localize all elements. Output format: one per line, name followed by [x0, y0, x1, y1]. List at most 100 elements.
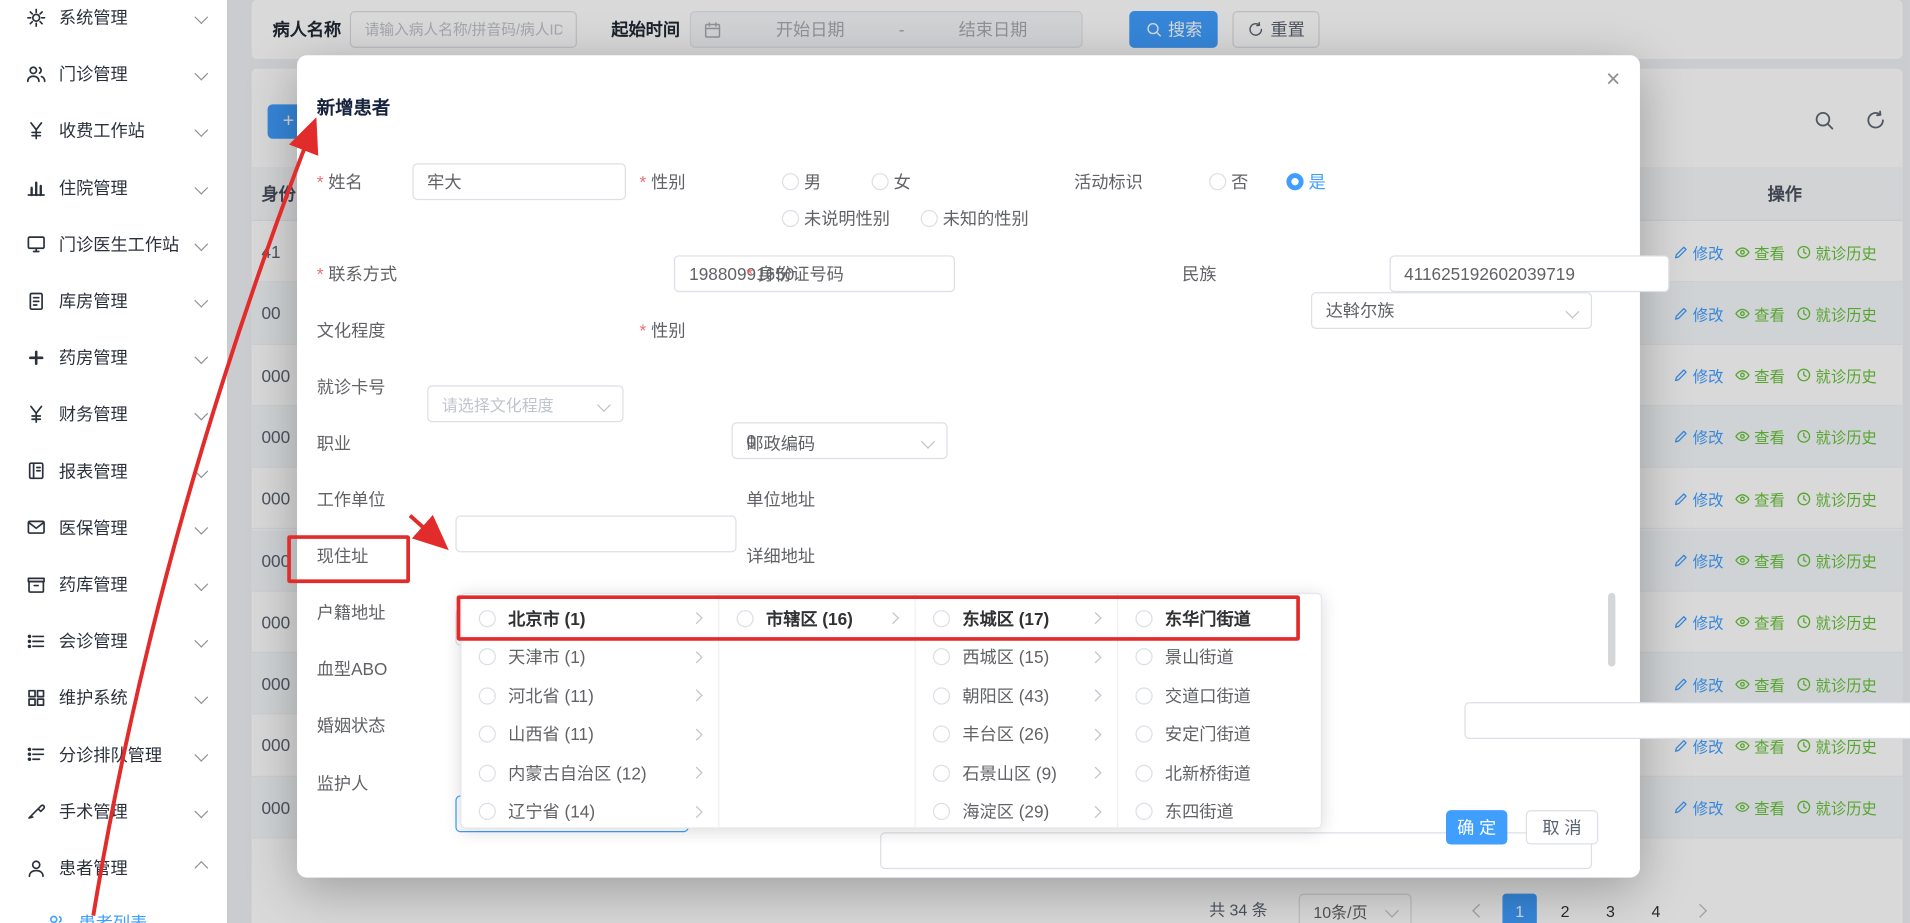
radio-icon[interactable] — [1135, 803, 1152, 820]
cascader-option[interactable]: 市辖区 (16) — [719, 599, 914, 638]
confirm-button[interactable]: 确 定 — [1446, 810, 1507, 844]
radio-icon[interactable] — [479, 764, 496, 781]
name-input[interactable] — [412, 163, 626, 200]
radio-icon[interactable] — [933, 726, 950, 743]
current-address-label: 现住址 — [317, 538, 369, 575]
sidebar-item[interactable]: 药库管理 — [0, 556, 227, 612]
radio-icon[interactable] — [1135, 687, 1152, 704]
radio-active-no[interactable] — [1209, 173, 1226, 190]
cascader-option[interactable]: 河北省 (11) — [462, 676, 719, 715]
sidebar-item-label: 医保管理 — [59, 515, 196, 540]
radio-icon[interactable] — [479, 610, 496, 627]
cascader-option[interactable]: 天津市 (1) — [462, 638, 719, 677]
radio-icon[interactable] — [479, 648, 496, 665]
cascader-option[interactable]: 交道口街道 — [1118, 676, 1321, 715]
sidebar-item-label: 住院管理 — [59, 175, 196, 200]
cascader-option[interactable]: 东城区 (17) — [916, 599, 1117, 638]
radio-unknown-gender[interactable] — [921, 210, 938, 227]
required-asterisk: * — [640, 172, 647, 192]
radio-female-label[interactable]: 女 — [894, 163, 911, 200]
radio-icon[interactable] — [1135, 648, 1152, 665]
cancel-button[interactable]: 取 消 — [1526, 810, 1598, 844]
active-flag-label: 活动标识 — [1074, 163, 1143, 200]
sidebar-item-label: 患者管理 — [59, 856, 196, 881]
cascader-option-label: 东四街道 — [1165, 799, 1234, 824]
radio-icon[interactable] — [933, 648, 950, 665]
cascader-option-label: 东华门街道 — [1165, 606, 1251, 631]
radio-active-yes-label[interactable]: 是 — [1309, 163, 1326, 200]
chevron-up-icon — [194, 861, 208, 875]
label-text: 身份证号码 — [758, 264, 844, 284]
cascader-option[interactable]: 北京市 (1) — [462, 599, 719, 638]
cascader-option[interactable]: 辽宁省 (14) — [462, 792, 719, 831]
radio-unknown-gender-label[interactable]: 未知的性别 — [943, 200, 1029, 237]
cascader-option[interactable]: 朝阳区 (43) — [916, 676, 1117, 715]
radio-male[interactable] — [782, 173, 799, 190]
sidebar-subitem-label: 患者列表 — [79, 911, 228, 923]
cascader-option[interactable]: 北新桥街道 — [1118, 754, 1321, 793]
radio-icon[interactable] — [479, 726, 496, 743]
sidebar-item[interactable]: 系统管理 — [0, 0, 227, 45]
chevron-right-icon — [887, 612, 899, 624]
chevron-right-icon — [1089, 767, 1101, 779]
cascader-option[interactable]: 海淀区 (29) — [916, 792, 1117, 831]
label-text: 性别 — [651, 172, 685, 192]
sidebar-item[interactable]: 住院管理 — [0, 159, 227, 215]
sidebar-item[interactable]: 收费工作站 — [0, 102, 227, 158]
gender-label: *性别 — [640, 163, 686, 200]
user-icon — [26, 857, 47, 878]
ethnicity-select[interactable]: 达斡尔族 — [1311, 292, 1592, 329]
radio-icon[interactable] — [737, 610, 754, 627]
radio-icon[interactable] — [1135, 610, 1152, 627]
sidebar-item[interactable]: 分诊排队管理 — [0, 726, 227, 782]
id-number-input[interactable] — [1389, 255, 1669, 292]
radio-icon[interactable] — [933, 764, 950, 781]
close-icon[interactable]: × — [1606, 68, 1620, 93]
radio-icon[interactable] — [933, 610, 950, 627]
cascader-option[interactable]: 石景山区 (9) — [916, 754, 1117, 793]
cascader-option[interactable]: 山西省 (11) — [462, 715, 719, 754]
cascader-option-label: 北京市 (1) — [508, 606, 585, 631]
dialog-title: 新增患者 — [317, 95, 391, 121]
sidebar-subitem-patient-list[interactable]: 患者列表 — [0, 895, 227, 923]
sidebar-item[interactable]: 库房管理 — [0, 273, 227, 329]
sidebar-item[interactable]: 门诊管理 — [0, 46, 227, 102]
cascader-option[interactable]: 东华门街道 — [1118, 599, 1321, 638]
radio-icon[interactable] — [933, 687, 950, 704]
sidebar-item[interactable]: 财务管理 — [0, 386, 227, 442]
cascader-option[interactable]: 安定门街道 — [1118, 715, 1321, 754]
card-no-input[interactable] — [455, 516, 736, 553]
dialog-scrollbar-thumb[interactable] — [1608, 593, 1615, 667]
cascader-option[interactable]: 景山街道 — [1118, 638, 1321, 677]
radio-icon[interactable] — [479, 803, 496, 820]
sidebar-item[interactable]: 会诊管理 — [0, 613, 227, 669]
sidebar-item-label: 维护系统 — [59, 685, 196, 710]
sidebar-item[interactable]: 医保管理 — [0, 499, 227, 555]
surgery-icon — [26, 801, 47, 822]
cascader-option[interactable]: 丰台区 (26) — [916, 715, 1117, 754]
sidebar-item[interactable]: 门诊医生工作站 — [0, 216, 227, 272]
address-cascader-dropdown: 北京市 (1) 天津市 (1)河北省 (11)山西省 (11)内蒙古自治区 (12… — [460, 593, 1322, 829]
radio-unspecified-gender[interactable] — [782, 210, 799, 227]
sidebar-item[interactable]: 维护系统 — [0, 669, 227, 725]
sidebar-item[interactable]: 药房管理 — [0, 329, 227, 385]
radio-female[interactable] — [872, 173, 889, 190]
radio-active-yes[interactable] — [1286, 173, 1303, 190]
unit-address-input[interactable] — [1464, 702, 1910, 739]
radio-icon[interactable] — [479, 687, 496, 704]
cascader-option[interactable]: 内蒙古自治区 (12) — [462, 754, 719, 793]
cascader-option[interactable]: 东四街道 — [1118, 792, 1321, 831]
sidebar-item[interactable]: 患者管理 — [0, 840, 227, 896]
radio-icon[interactable] — [1135, 764, 1152, 781]
radio-icon[interactable] — [933, 803, 950, 820]
education-select[interactable]: 请选择文化程度 — [427, 385, 623, 422]
radio-unspecified-gender-label[interactable]: 未说明性别 — [804, 200, 890, 237]
required-asterisk: * — [317, 264, 324, 284]
sidebar-item[interactable]: 报表管理 — [0, 443, 227, 499]
work-unit-label: 工作单位 — [317, 481, 386, 518]
sidebar-item[interactable]: 手术管理 — [0, 783, 227, 839]
radio-active-no-label[interactable]: 否 — [1231, 163, 1248, 200]
cascader-option[interactable]: 西城区 (15) — [916, 638, 1117, 677]
radio-male-label[interactable]: 男 — [804, 163, 821, 200]
radio-icon[interactable] — [1135, 726, 1152, 743]
